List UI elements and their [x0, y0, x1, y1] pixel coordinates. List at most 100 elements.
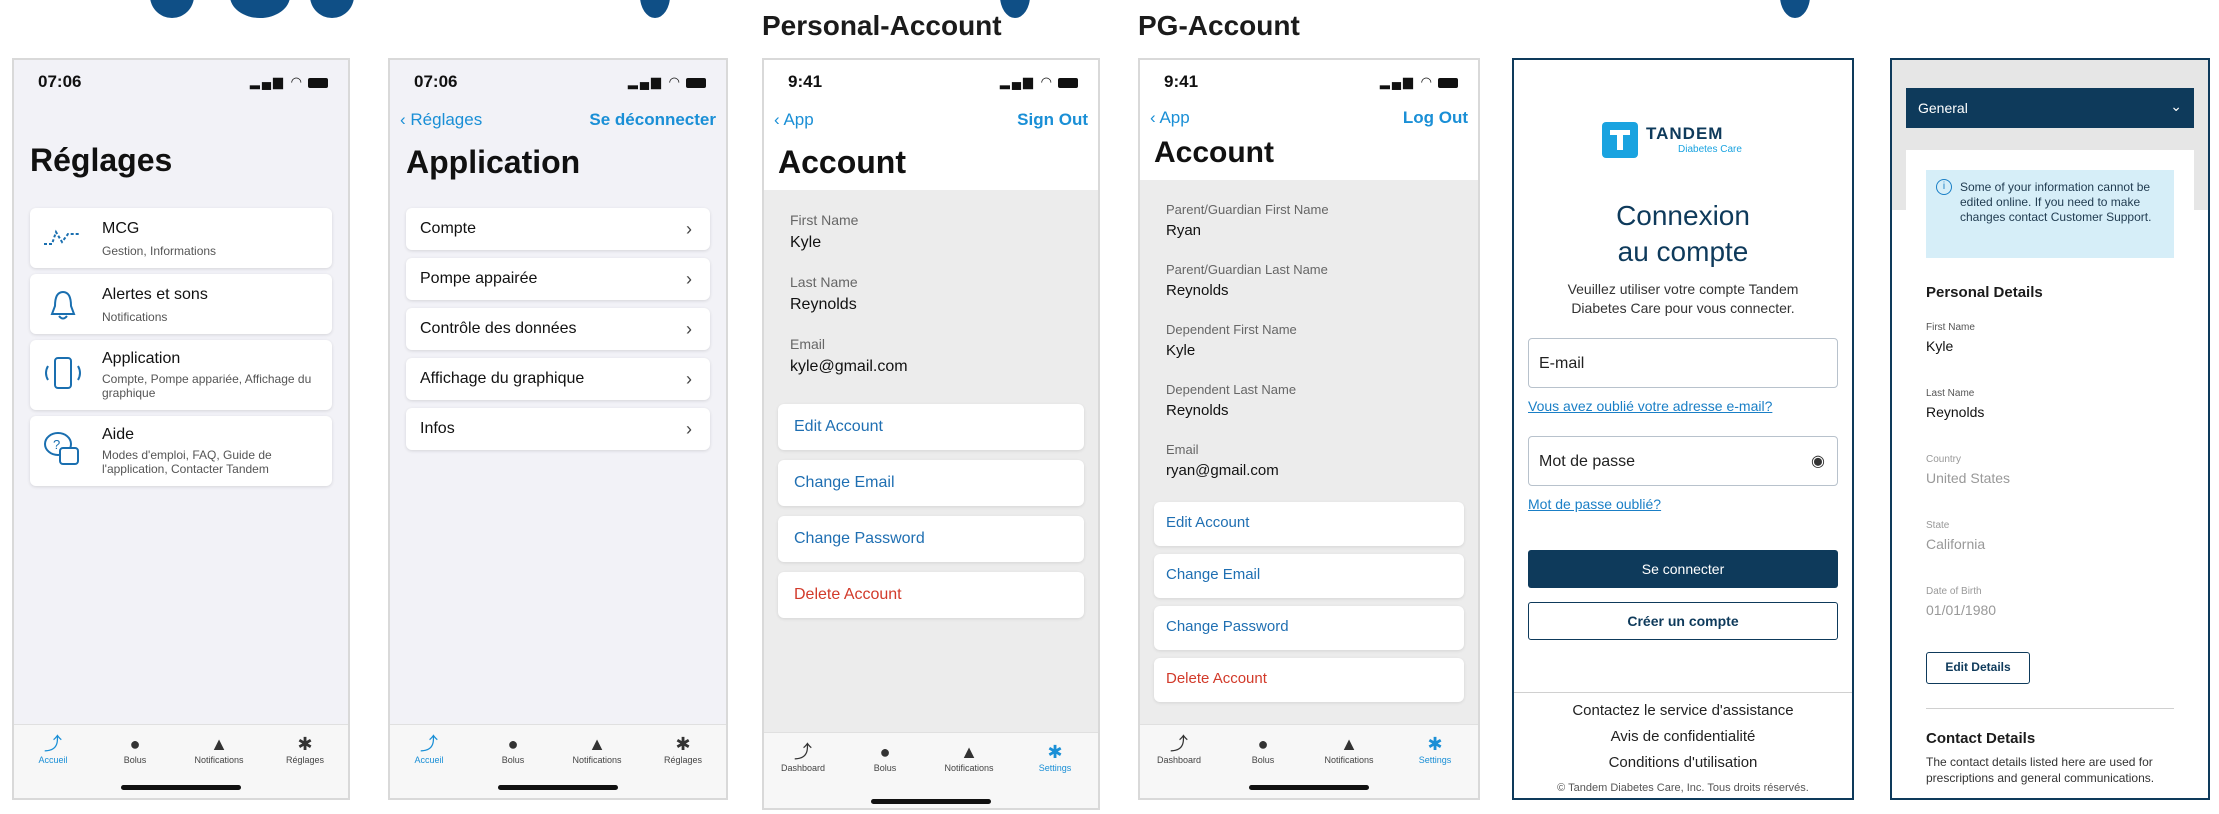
tab-notifications[interactable]: ▲ Notifications: [934, 741, 1004, 773]
banner-shape: [150, 0, 194, 18]
edit-account-button[interactable]: Edit Account: [778, 404, 1084, 450]
tab-notifications[interactable]: ▲ Notifications: [1314, 733, 1384, 765]
field-label: Email: [1166, 442, 1199, 457]
status-bar: 9:41 ▂▄▆ ◠: [1140, 60, 1478, 100]
change-email-button[interactable]: Change Email: [778, 460, 1084, 506]
field-label: Last Name: [1926, 388, 1975, 399]
tab-bar: ⤴ Accueil ● Bolus ▲ Notifications ✱ Réglages: [14, 724, 348, 798]
field-value: Reynolds: [1926, 404, 1985, 420]
field-value: kyle@gmail.com: [790, 358, 908, 375]
chevron-right-icon: ›: [686, 319, 692, 339]
list-item-label: Contrôle des données: [420, 320, 577, 337]
tab-bolus[interactable]: ● Bolus: [478, 733, 548, 765]
change-password-button[interactable]: Change Password: [1154, 606, 1464, 650]
list-item-affichage[interactable]: Affichage du graphique ›: [406, 358, 710, 400]
gear-icon: ✱: [675, 734, 691, 754]
tab-label: Settings: [1038, 763, 1072, 773]
banner-shape: [230, 0, 290, 18]
logout-button[interactable]: Log Out: [1403, 108, 1468, 128]
field-value: Kyle: [790, 234, 822, 251]
screen-pg-account: 9:41 ▂▄▆ ◠ ‹ App Log Out Account Parent/…: [1138, 58, 1480, 800]
delete-account-button[interactable]: Delete Account: [1154, 658, 1464, 702]
create-account-button[interactable]: Créer un compte: [1528, 602, 1838, 640]
tab-label: Dashboard: [1156, 755, 1202, 765]
banner-shape: [1000, 0, 1030, 18]
logout-button[interactable]: Se déconnecter: [589, 110, 716, 130]
field-label: Email: [790, 336, 826, 352]
field-value: Reynolds: [1166, 402, 1229, 419]
back-button[interactable]: ‹ Réglages: [400, 110, 482, 130]
forgot-email-link[interactable]: Vous avez oublié votre adresse e-mail?: [1528, 398, 1772, 414]
bell-icon: ▲: [1340, 734, 1358, 754]
list-item-pompe[interactable]: Pompe appairée ›: [406, 258, 710, 300]
settings-item-title: Alertes et sons: [102, 286, 208, 303]
drop-icon: ●: [1257, 734, 1269, 754]
field-label: First Name: [1926, 322, 1975, 333]
tab-bar: ⤴ Dashboard ● Bolus ▲ Notifications ✱ Settin…: [764, 732, 1098, 808]
back-button[interactable]: ‹ App: [774, 110, 814, 130]
login-button[interactable]: Se connecter: [1528, 550, 1838, 588]
change-password-button[interactable]: Change Password: [778, 516, 1084, 562]
terms-link[interactable]: Conditions d'utilisation: [1514, 754, 1852, 771]
field-label: Dependent First Name: [1166, 322, 1297, 337]
back-button[interactable]: ‹ App: [1150, 108, 1190, 128]
edit-account-button[interactable]: Edit Account: [1154, 502, 1464, 546]
tab-bolus[interactable]: ● Bolus: [1228, 733, 1298, 765]
edit-details-button[interactable]: Edit Details: [1926, 652, 2030, 684]
tab-label: Bolus: [501, 755, 525, 765]
back-label: App: [1159, 108, 1190, 127]
settings-item-aide[interactable]: ? Aide Modes d'emploi, FAQ, Guide de l'a…: [30, 416, 332, 486]
tab-notifications[interactable]: ▲ Notifications: [184, 733, 254, 765]
gear-icon: ✱: [1047, 742, 1063, 762]
settings-item-subtitle: Modes d'emploi, FAQ, Guide de l'applicat…: [102, 448, 272, 476]
field-value: Reynolds: [1166, 282, 1229, 299]
field-label: State: [1926, 520, 1950, 531]
tab-bolus[interactable]: ● Bolus: [100, 733, 170, 765]
settings-item-application[interactable]: Application Compte, Pompe appariée, Affi…: [30, 340, 332, 410]
tab-bolus[interactable]: ● Bolus: [850, 741, 920, 773]
support-link[interactable]: Contactez le service d'assistance: [1514, 702, 1852, 719]
tab-settings[interactable]: ✱ Settings: [1020, 741, 1090, 773]
dropdown-value: General: [1918, 100, 1968, 116]
settings-item-mcg[interactable]: MCG Gestion, Informations: [30, 208, 332, 268]
change-email-button[interactable]: Change Email: [1154, 554, 1464, 598]
tab-reglages[interactable]: ✱ Réglages: [648, 733, 718, 765]
gear-icon: ✱: [297, 734, 313, 754]
tab-notifications[interactable]: ▲ Notifications: [562, 733, 632, 765]
list-item-infos[interactable]: Infos ›: [406, 408, 710, 450]
email-field[interactable]: E-mail: [1528, 338, 1838, 388]
tab-reglages[interactable]: ✱ Réglages: [270, 733, 340, 765]
nav-bar: ‹ App Sign Out: [764, 106, 1098, 136]
chevron-left-icon: ‹: [400, 110, 411, 129]
logo-text: TANDEM: [1646, 124, 1724, 143]
password-field[interactable]: Mot de passe ◉: [1528, 436, 1838, 486]
caption-pg-account: PG-Account: [1138, 10, 1300, 41]
forgot-password-link[interactable]: Mot de passe oublié?: [1528, 496, 1661, 512]
info-text: Some of your information cannot be edite…: [1960, 180, 2152, 224]
screen-reglages: 07:06 ▂▄▆ ◠ Réglages MCG Gestion, Inform…: [12, 58, 350, 800]
back-label: Réglages: [410, 110, 483, 129]
screen-web-account: General ⌄ i Some of your information can…: [1890, 58, 2210, 800]
signout-button[interactable]: Sign Out: [1017, 110, 1088, 130]
eye-icon[interactable]: ◉: [1811, 451, 1825, 471]
tab-accueil[interactable]: ⤴ Accueil: [394, 733, 464, 765]
settings-item-title: Application: [102, 350, 181, 367]
privacy-link[interactable]: Avis de confidentialité: [1514, 728, 1852, 745]
field-value: California: [1926, 536, 1986, 552]
chevron-right-icon: ›: [686, 269, 692, 289]
delete-account-button[interactable]: Delete Account: [778, 572, 1084, 618]
field-label: Dependent Last Name: [1166, 382, 1297, 397]
tab-accueil[interactable]: ⤴ Accueil: [18, 733, 88, 765]
list-item-controle[interactable]: Contrôle des données ›: [406, 308, 710, 350]
tab-settings[interactable]: ✱ Settings: [1400, 733, 1470, 765]
tab-dashboard[interactable]: ⤴ Dashboard: [768, 741, 838, 773]
home-indicator: [121, 785, 241, 790]
status-icons: ▂▄▆ ◠: [628, 74, 706, 90]
list-item-label: Infos: [420, 420, 455, 437]
general-dropdown[interactable]: General ⌄: [1906, 88, 2194, 128]
tab-dashboard[interactable]: ⤴ Dashboard: [1144, 733, 1214, 765]
gear-icon: ✱: [1427, 734, 1443, 754]
settings-item-alertes[interactable]: Alertes et sons Notifications: [30, 274, 332, 334]
screen-personal-account: 9:41 ▂▄▆ ◠ ‹ App Sign Out Account First …: [762, 58, 1100, 810]
list-item-compte[interactable]: Compte ›: [406, 208, 710, 250]
